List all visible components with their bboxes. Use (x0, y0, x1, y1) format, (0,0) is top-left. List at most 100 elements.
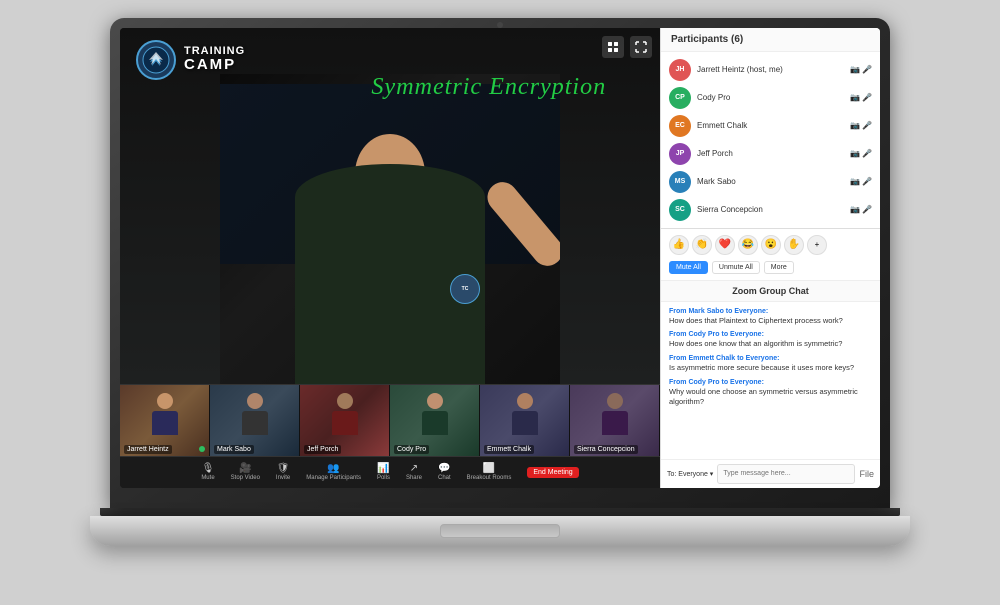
mute-label: Mute (201, 475, 214, 481)
chat-message-4: From Cody Pro to Everyone: Why would one… (669, 379, 872, 407)
laptop-base (90, 516, 910, 546)
invite-label: Invite (276, 475, 290, 481)
toolbar-polls[interactable]: 📊 Polls (377, 463, 390, 481)
tc-logo-circle (136, 40, 176, 80)
chat-from-3: From Emmett Chalk to Everyone: (669, 355, 872, 362)
chat-file-button[interactable]: File (859, 469, 874, 479)
chat-input[interactable] (717, 464, 855, 484)
thumb-name-4: Cody Pro (394, 445, 429, 454)
manage-label: Manage Participants (306, 475, 361, 481)
screen: TRAINING CAMP (120, 28, 880, 488)
video-icon-1: 📷 (850, 65, 860, 74)
mute-all-button[interactable]: Mute All (669, 261, 708, 274)
toolbar-invite[interactable]: 🛡 Invite (276, 463, 290, 481)
more-button[interactable]: More (764, 261, 794, 274)
right-sidebar: Participants (6) JH Jarrett Heintz (host… (660, 28, 880, 488)
reaction-clap[interactable]: 👏 (692, 235, 712, 255)
manage-icon: 👥 (327, 463, 339, 474)
chat-text-3: Is asymmetric more secure because it use… (669, 363, 872, 373)
active-indicator-1 (199, 446, 205, 452)
thumb-cody: Cody Pro (390, 385, 480, 456)
mic-icon-6: 🎤 (862, 205, 872, 214)
chat-message-2: From Cody Pro to Everyone: How does one … (669, 331, 872, 349)
thumb-mark: Mark Sabo (210, 385, 300, 456)
name-mark: Mark Sabo (697, 177, 844, 186)
name-sierra: Sierra Concepcion (697, 205, 844, 214)
toolbar-chat[interactable]: 💬 Chat (438, 463, 451, 481)
mic-icon-1: 🎤 (862, 65, 872, 74)
chat-messages: From Mark Sabo to Everyone: How does tha… (661, 302, 880, 459)
laptop-container: TRAINING CAMP (90, 18, 910, 588)
chat-from-4: From Cody Pro to Everyone: (669, 379, 872, 386)
icons-emmett: 📷 🎤 (850, 121, 872, 130)
reaction-joy[interactable]: 😂 (738, 235, 758, 255)
laptop-hinge (100, 508, 900, 516)
video-icon-3: 📷 (850, 121, 860, 130)
toolbar-mute[interactable]: 🎙 Mute (201, 463, 214, 481)
breakout-icon: ⬜ (483, 463, 495, 474)
chat-message-1: From Mark Sabo to Everyone: How does tha… (669, 308, 872, 326)
svg-text:Symmetric Encryption: Symmetric Encryption (371, 73, 606, 100)
thumb-emmett: Emmett Chalk (480, 385, 570, 456)
participants-strip: Jarrett Heintz Mark Sabo (120, 384, 660, 456)
thumb-sierra: Sierra Concepcion (570, 385, 660, 456)
zoom-toolbar: 🎙 Mute 🎥 Stop Video 🛡 Invite 👥 (120, 456, 660, 488)
avatar-jarrett: JH (669, 59, 691, 81)
toolbar-manage[interactable]: 👥 Manage Participants (306, 463, 361, 481)
share-icon: ↗ (410, 463, 418, 474)
chat-text-2: How does one know that an algorithm is s… (669, 339, 872, 349)
icons-cody: 📷 🎤 (850, 93, 872, 102)
chat-icon: 💬 (438, 463, 450, 474)
tc-logo-text: TRAINING CAMP (184, 45, 245, 74)
end-meeting-button[interactable]: End Meeting (527, 467, 578, 478)
icons-mark: 📷 🎤 (850, 177, 872, 186)
unmute-all-button[interactable]: Unmute All (712, 261, 760, 274)
reaction-area: 👍 👏 ❤️ 😂 😮 ✋ + Mute All Unmute All More (661, 229, 880, 281)
toolbar-share[interactable]: ↗ Share (406, 463, 422, 481)
participant-row: CP Cody Pro 📷 🎤 (661, 84, 880, 112)
thumb-name-6: Sierra Concepcion (574, 445, 638, 454)
reaction-more[interactable]: + (807, 235, 827, 255)
chat-text-4: Why would one choose an symmetric versus… (669, 387, 872, 407)
mic-icon-4: 🎤 (862, 149, 872, 158)
video-controls-top (602, 36, 652, 58)
participant-row: JP Jeff Porch 📷 🎤 (661, 140, 880, 168)
name-emmett: Emmett Chalk (697, 121, 844, 130)
breakout-label: Breakout Rooms (467, 475, 512, 481)
mic-icon-5: 🎤 (862, 177, 872, 186)
presenter-video: TRAINING CAMP (120, 28, 660, 384)
reaction-heart[interactable]: ❤️ (715, 235, 735, 255)
laptop-trackpad (440, 524, 560, 538)
thumb-name-2: Mark Sabo (214, 445, 254, 454)
reaction-wow[interactable]: 😮 (761, 235, 781, 255)
polls-label: Polls (377, 475, 390, 481)
name-jeff: Jeff Porch (697, 149, 844, 158)
polls-icon: 📊 (377, 463, 389, 474)
icons-sierra: 📷 🎤 (850, 205, 872, 214)
participant-row: MS Mark Sabo 📷 🎤 (661, 168, 880, 196)
video-icon-5: 📷 (850, 177, 860, 186)
reaction-raise-hand[interactable]: ✋ (784, 235, 804, 255)
name-jarrett: Jarrett Heintz (host, me) (697, 65, 844, 74)
video-icon: 🎥 (239, 463, 251, 474)
fullscreen-button[interactable] (630, 36, 652, 58)
chat-label: Chat (438, 475, 451, 481)
participant-row: EC Emmett Chalk 📷 🎤 (661, 112, 880, 140)
chat-header: Zoom Group Chat (661, 281, 880, 302)
reaction-thumbs-up[interactable]: 👍 (669, 235, 689, 255)
mic-icon-3: 🎤 (862, 121, 872, 130)
grid-view-button[interactable] (602, 36, 624, 58)
chat-input-area: To: Everyone ▾ File (661, 459, 880, 488)
toolbar-stop-video[interactable]: 🎥 Stop Video (231, 463, 260, 481)
zoom-interface: TRAINING CAMP (120, 28, 880, 488)
video-icon-4: 📷 (850, 149, 860, 158)
thumb-name-3: Jeff Porch (304, 445, 341, 454)
name-cody: Cody Pro (697, 93, 844, 102)
avatar-jeff: JP (669, 143, 691, 165)
laptop-bezel: TRAINING CAMP (110, 18, 890, 508)
main-video-area: TRAINING CAMP (120, 28, 660, 488)
chat-to-label: To: Everyone ▾ (667, 470, 713, 478)
chat-from-2: From Cody Pro to Everyone: (669, 331, 872, 338)
video-icon-6: 📷 (850, 205, 860, 214)
toolbar-breakout[interactable]: ⬜ Breakout Rooms (467, 463, 512, 481)
